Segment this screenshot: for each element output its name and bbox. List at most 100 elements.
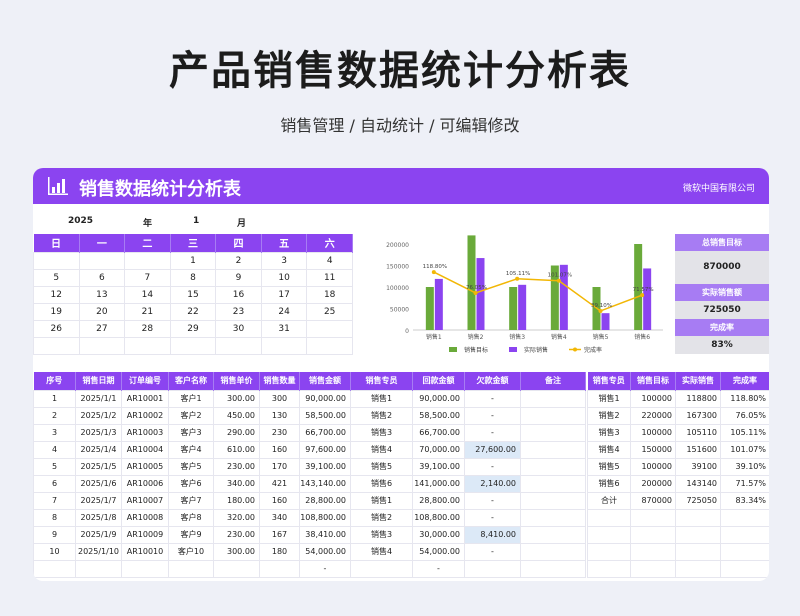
table-cell[interactable]: 340 [259,508,300,527]
orders-column-header[interactable]: 客户名称 [168,372,214,390]
table-cell[interactable]: 340.00 [213,474,260,493]
summary-row[interactable]: 销售5 100000 39100 39.10% [587,457,769,476]
summary-row[interactable] [587,559,769,578]
table-cell[interactable]: 38,410.00 [299,525,351,544]
table-cell[interactable]: 300 [259,389,300,408]
summary-cell[interactable]: 100000 [630,389,676,408]
orders-column-header[interactable]: 销售专员 [350,372,413,390]
orders-column-header[interactable]: 订单编号 [121,372,169,390]
table-cell[interactable]: 销售2 [350,406,413,425]
table-cell[interactable]: - [464,457,521,476]
orders-column-header[interactable]: 销售数量 [259,372,300,390]
table-cell[interactable]: 39,100.00 [412,457,465,476]
table-cell[interactable]: AR10006 [121,474,169,493]
table-cell[interactable]: AR10005 [121,457,169,476]
table-cell[interactable]: 4 [33,440,76,459]
table-cell[interactable]: 2025/1/4 [75,440,122,459]
summary-cell[interactable]: 39100 [675,457,721,476]
table-cell[interactable] [213,559,260,578]
summary-cell[interactable]: 销售5 [587,457,631,476]
summary-cell[interactable] [720,508,769,527]
summary-cell[interactable]: 83.34% [720,491,769,510]
table-row[interactable]: 1 2025/1/1 AR10001 客户1 300.00 300 90,000.00 销售1… [33,389,586,408]
summary-cell[interactable] [630,525,676,544]
summary-cell[interactable] [675,525,721,544]
table-cell[interactable]: 170 [259,457,300,476]
table-cell[interactable]: 客户9 [168,525,214,544]
table-cell[interactable]: 90,000.00 [412,389,465,408]
table-cell[interactable]: 167 [259,525,300,544]
summary-cell[interactable]: 870000 [630,491,676,510]
table-cell[interactable]: - [464,508,521,527]
table-cell[interactable]: 108,800.00 [299,508,351,527]
table-cell[interactable]: 27,600.00 [464,440,521,459]
table-cell[interactable]: 2025/1/9 [75,525,122,544]
summary-cell[interactable] [675,542,721,561]
table-cell[interactable] [464,559,521,578]
orders-column-header[interactable]: 销售单价 [213,372,260,390]
summary-cell[interactable]: 151600 [675,440,721,459]
table-row[interactable]: 7 2025/1/7 AR10007 客户7 180.00 160 28,800.00 销售1… [33,491,586,510]
table-cell[interactable]: 30,000.00 [412,525,465,544]
summary-cell[interactable] [587,542,631,561]
table-cell[interactable]: 90,000.00 [299,389,351,408]
table-cell[interactable]: 销售4 [350,440,413,459]
table-cell[interactable]: AR10001 [121,389,169,408]
table-cell[interactable]: AR10008 [121,508,169,527]
table-cell[interactable]: - [464,542,521,561]
table-cell[interactable]: 2025/1/6 [75,474,122,493]
table-cell[interactable]: 2,140.00 [464,474,521,493]
summary-cell[interactable] [630,542,676,561]
table-cell[interactable]: 10 [33,542,76,561]
table-cell[interactable]: 7 [33,491,76,510]
summary-cell[interactable] [630,508,676,527]
summary-row[interactable]: 销售6 200000 143140 71.57% [587,474,769,493]
table-cell[interactable] [520,508,586,527]
summary-cell[interactable]: 销售1 [587,389,631,408]
summary-cell[interactable]: 143140 [675,474,721,493]
table-cell[interactable] [520,542,586,561]
summary-cell[interactable]: 39.10% [720,457,769,476]
summary-column-header[interactable]: 实际销售 [675,372,721,390]
orders-column-header[interactable]: 序号 [33,372,76,390]
table-cell[interactable]: 28,800.00 [299,491,351,510]
table-cell[interactable]: 客户6 [168,474,214,493]
summary-cell[interactable]: 合计 [587,491,631,510]
table-cell[interactable]: AR10009 [121,525,169,544]
table-cell[interactable]: - [464,406,521,425]
table-cell[interactable]: - [464,491,521,510]
table-cell[interactable]: 销售2 [350,508,413,527]
summary-cell[interactable]: 200000 [630,474,676,493]
table-row[interactable]: 3 2025/1/3 AR10003 客户3 290.00 230 66,700.00 销售3… [33,423,586,442]
calendar-month[interactable]: 1 [193,216,199,226]
orders-column-header[interactable]: 销售日期 [75,372,122,390]
table-cell[interactable]: 70,000.00 [412,440,465,459]
table-row[interactable]: -- [33,559,586,578]
table-cell[interactable]: 450.00 [213,406,260,425]
summary-cell[interactable]: 销售3 [587,423,631,442]
table-cell[interactable]: - [299,559,351,578]
table-cell[interactable]: 141,000.00 [412,474,465,493]
table-cell[interactable]: 421 [259,474,300,493]
summary-row[interactable]: 销售4 150000 151600 101.07% [587,440,769,459]
summary-cell[interactable] [720,525,769,544]
table-cell[interactable]: AR10002 [121,406,169,425]
table-row[interactable]: 4 2025/1/4 AR10004 客户4 610.00 160 97,600.00 销售4… [33,440,586,459]
summary-cell[interactable]: 118.80% [720,389,769,408]
table-cell[interactable]: 610.00 [213,440,260,459]
table-row[interactable]: 2 2025/1/2 AR10002 客户2 450.00 130 58,500.00 销售2… [33,406,586,425]
table-cell[interactable]: 66,700.00 [299,423,351,442]
table-cell[interactable]: 290.00 [213,423,260,442]
table-cell[interactable]: 销售3 [350,423,413,442]
table-cell[interactable] [520,423,586,442]
table-cell[interactable]: 39,100.00 [299,457,351,476]
table-cell[interactable]: 230.00 [213,525,260,544]
table-cell[interactable]: 180.00 [213,491,260,510]
table-cell[interactable]: AR10004 [121,440,169,459]
summary-row[interactable]: 销售2 220000 167300 76.05% [587,406,769,425]
summary-column-header[interactable]: 销售目标 [630,372,676,390]
table-row[interactable]: 9 2025/1/9 AR10009 客户9 230.00 167 38,410.00 销售3… [33,525,586,544]
table-cell[interactable]: 1 [33,389,76,408]
table-cell[interactable] [33,559,76,578]
orders-column-header[interactable]: 欠款金额 [464,372,521,390]
